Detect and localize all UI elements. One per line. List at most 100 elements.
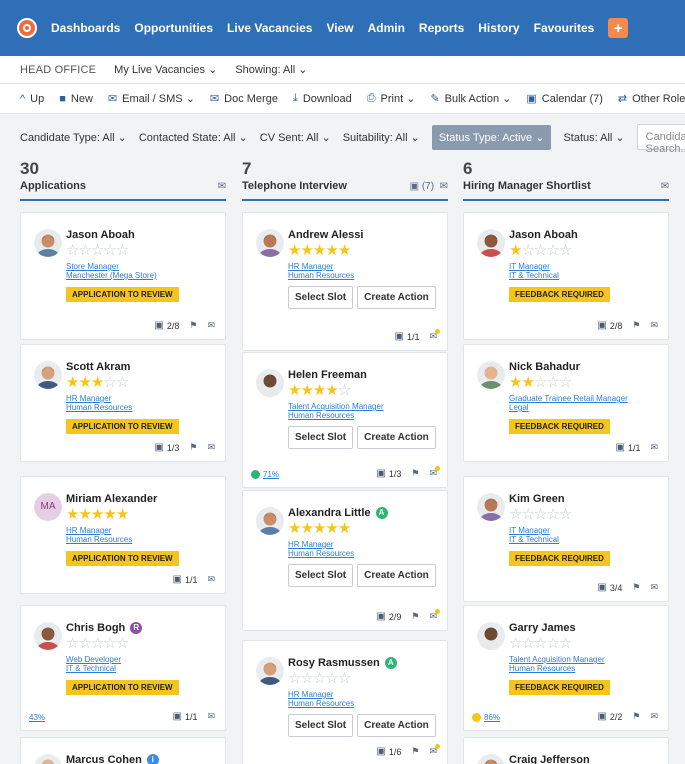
star-icon[interactable]: ☆ [534, 374, 547, 391]
avatar[interactable] [477, 361, 505, 389]
star-rating[interactable]: ★★★★★ [288, 520, 439, 537]
status-badge[interactable]: FEEDBACK REQUIRED [509, 551, 610, 566]
star-icon[interactable]: ★ [313, 520, 326, 537]
cv-document-icon[interactable]: ⚑ [632, 320, 640, 331]
candidate-name-text[interactable]: Nick Bahadur [509, 361, 580, 373]
star-icon[interactable]: ★ [509, 242, 522, 259]
star-icon[interactable]: ☆ [91, 635, 104, 652]
candidate-card[interactable]: Marcus Coheni★☆☆☆☆ [20, 737, 226, 764]
avatar[interactable] [34, 622, 62, 650]
candidate-name[interactable]: Alexandra Little A [288, 506, 439, 520]
star-rating[interactable]: ★☆☆☆☆ [509, 242, 660, 259]
avatar[interactable] [34, 361, 62, 389]
star-icon[interactable]: ★ [288, 382, 301, 399]
star-icon[interactable]: ★ [78, 374, 91, 391]
vacancy-department-link[interactable]: Human Resources [509, 664, 660, 673]
avatar[interactable] [256, 229, 284, 257]
star-icon[interactable]: ☆ [559, 374, 572, 391]
status-badge[interactable]: APPLICATION TO REVIEW [66, 419, 179, 434]
candidate-name-text[interactable]: Alexandra Little [288, 507, 371, 519]
star-rating[interactable]: ★★★★★ [66, 506, 217, 523]
star-icon[interactable]: ☆ [534, 242, 547, 259]
candidate-name-text[interactable]: Kim Green [509, 493, 565, 505]
envelope-icon[interactable]: ✉ [429, 744, 440, 757]
candidate-search-input[interactable]: Candidate Search... [636, 124, 685, 155]
candidate-card[interactable]: Chris Bogh R ☆☆☆☆☆ Web Developer IT & Techni… [20, 605, 226, 731]
vacancy-department-link[interactable]: IT & Technical [509, 271, 660, 280]
star-icon[interactable]: ★ [325, 520, 338, 537]
status-badge[interactable]: FEEDBACK REQUIRED [509, 419, 610, 434]
star-icon[interactable]: ☆ [559, 635, 572, 652]
vacancy-department-link[interactable]: Human Resources [288, 271, 439, 280]
vacancy-department-link[interactable]: IT & Technical [509, 535, 660, 544]
star-icon[interactable]: ☆ [521, 506, 534, 523]
select-slot-button[interactable]: Select Slot [288, 286, 354, 309]
candidate-card[interactable]: Craig Jefferson☆☆☆☆☆ [463, 737, 669, 764]
envelope-icon[interactable]: ✉ [650, 711, 658, 722]
create-action-button[interactable]: Create Action [357, 426, 436, 449]
candidate-name[interactable]: Garry James [509, 621, 660, 635]
vacancy-title-link[interactable]: Talent Acquisition Manager [509, 655, 660, 664]
envelope-icon[interactable]: ✉ [429, 609, 440, 622]
vacancy-title-link[interactable]: Graduate Trainee Retail Manager [509, 394, 660, 403]
my-vacancies-dropdown[interactable]: My Live Vacancies ⌄ [114, 63, 217, 76]
showing-dropdown[interactable]: Showing: All ⌄ [235, 63, 307, 76]
star-icon[interactable]: ★ [300, 242, 313, 259]
nav-favourites[interactable]: Favourites [534, 21, 595, 35]
star-icon[interactable]: ☆ [103, 374, 116, 391]
candidate-name-text[interactable]: Jason Aboah [509, 229, 578, 241]
star-icon[interactable]: ★ [91, 506, 104, 523]
email-sms-button[interactable]: ✉ Email / SMS ⌄ [108, 92, 195, 105]
status-badge[interactable]: APPLICATION TO REVIEW [66, 551, 179, 566]
create-action-button[interactable]: Create Action [357, 286, 436, 309]
match-percentage-text[interactable]: 43% [29, 713, 45, 722]
candidate-name-text[interactable]: Andrew Alessi [288, 229, 363, 241]
match-percentage-text[interactable]: 86% [484, 713, 500, 722]
star-icon[interactable]: ☆ [509, 635, 522, 652]
candidate-card[interactable]: Helen Freeman ★★★★☆ Talent Acquisition Man… [242, 352, 448, 488]
star-icon[interactable]: ☆ [559, 506, 572, 523]
contacted-state-filter[interactable]: Contacted State: All ⌄ [139, 131, 248, 144]
star-rating[interactable]: ★★★★★ [288, 242, 439, 259]
star-icon[interactable]: ☆ [103, 242, 116, 259]
up-button[interactable]: ^ Up [20, 93, 44, 105]
star-icon[interactable]: ☆ [521, 242, 534, 259]
new-button[interactable]: ■ New [59, 93, 93, 105]
star-icon[interactable]: ☆ [78, 242, 91, 259]
star-icon[interactable]: ☆ [546, 242, 559, 259]
candidate-name[interactable]: Rosy Rasmussen A [288, 656, 439, 670]
star-rating[interactable]: ★★★☆☆ [66, 374, 217, 391]
vacancy-department-link[interactable]: Human Resources [66, 403, 217, 412]
star-icon[interactable]: ★ [509, 374, 522, 391]
vacancy-title-link[interactable]: HR Manager [66, 526, 217, 535]
nav-admin[interactable]: Admin [368, 21, 405, 35]
candidate-name[interactable]: Miriam Alexander [66, 492, 217, 506]
candidate-name-text[interactable]: Helen Freeman [288, 369, 367, 381]
add-button[interactable]: + [608, 18, 629, 38]
candidate-name-text[interactable]: Garry James [509, 622, 576, 634]
avatar[interactable] [477, 229, 505, 257]
star-icon[interactable]: ★ [91, 374, 104, 391]
status-filter[interactable]: Status: All ⌄ [563, 131, 624, 144]
download-button[interactable]: ⤓ Download [293, 92, 352, 105]
nav-history[interactable]: History [478, 21, 519, 35]
candidate-name-text[interactable]: Marcus Cohen [66, 754, 142, 764]
star-icon[interactable]: ★ [338, 520, 351, 537]
vacancy-department-link[interactable]: Legal [509, 403, 660, 412]
star-icon[interactable]: ★ [288, 520, 301, 537]
star-icon[interactable]: ★ [521, 374, 534, 391]
vacancy-title-link[interactable]: HR Manager [288, 690, 439, 699]
candidate-card[interactable]: Scott Akram ★★★☆☆ HR Manager Human Resource… [20, 344, 226, 462]
candidate-card[interactable]: Andrew Alessi ★★★★★ HR Manager Human Resour… [242, 212, 448, 351]
envelope-icon[interactable]: ✉ [207, 320, 215, 331]
candidate-name[interactable]: Helen Freeman [288, 368, 439, 382]
cv-document-icon[interactable]: ⚑ [632, 582, 640, 593]
star-icon[interactable]: ☆ [546, 506, 559, 523]
vacancy-title-link[interactable]: IT Manager [509, 526, 660, 535]
avatar[interactable] [34, 754, 62, 764]
envelope-icon[interactable]: ✉ [218, 181, 226, 192]
vacancy-department-link[interactable]: Manchester (Mega Store) [66, 271, 217, 280]
candidate-card[interactable]: Nick Bahadur ★★☆☆☆ Graduate Trainee Retail… [463, 344, 669, 462]
select-slot-button[interactable]: Select Slot [288, 564, 354, 587]
status-badge[interactable]: APPLICATION TO REVIEW [66, 680, 179, 695]
